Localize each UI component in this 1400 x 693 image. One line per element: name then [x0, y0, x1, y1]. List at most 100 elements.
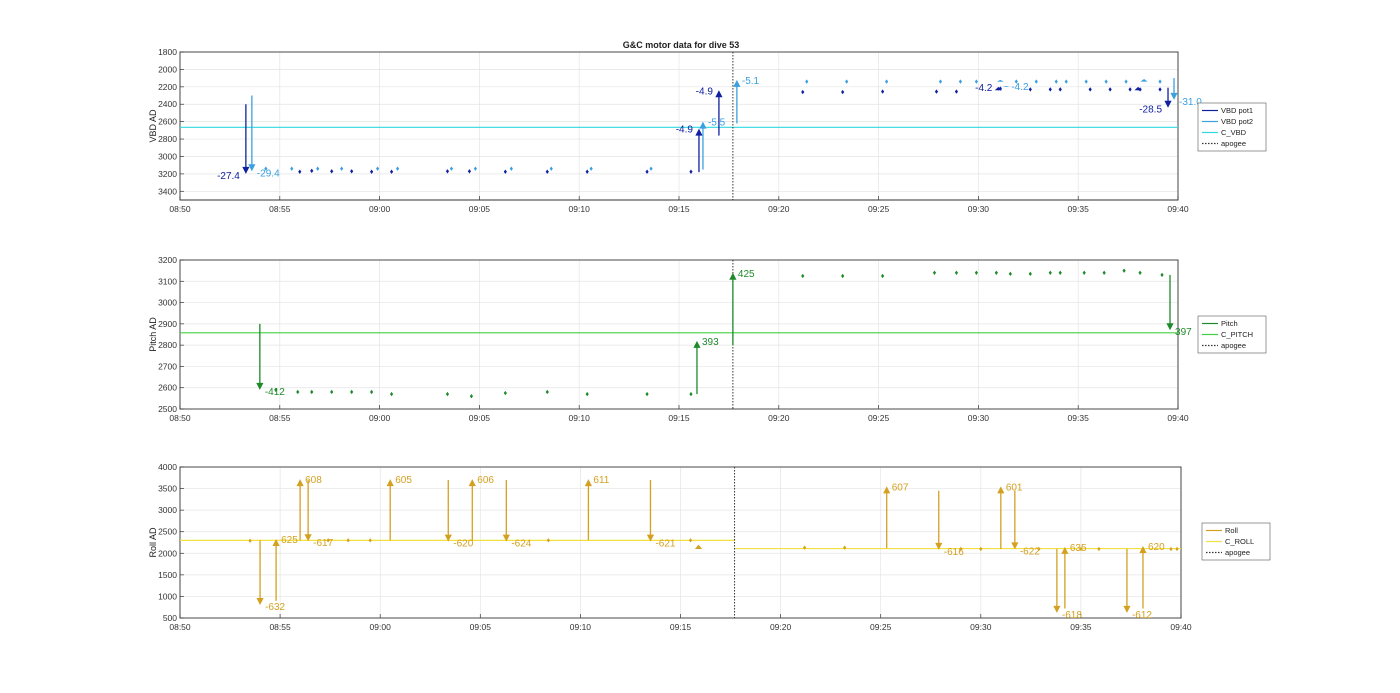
y-tick-label: 3200: [158, 169, 177, 179]
move-label: 425: [738, 269, 755, 280]
x-tick-label: 08:50: [169, 413, 191, 423]
y-tick-label: 2200: [158, 82, 177, 92]
gc-motor-figure: G&C motor data for dive 53 08:50 08:55 09:…: [148, 40, 1271, 632]
legend-label: apogee: [1221, 139, 1246, 148]
x-tick-label: 09:05: [469, 413, 491, 423]
x-tick-label: 08:55: [269, 204, 291, 214]
y-tick-label: 3000: [158, 298, 177, 308]
move-label: -28.5: [1139, 105, 1162, 116]
y-tick-label: 2900: [158, 319, 177, 329]
x-tick-label: 09:40: [1170, 622, 1192, 632]
move-label: -618: [1062, 610, 1082, 621]
x-tick-label: 09:05: [469, 204, 491, 214]
y-tick-label: 2000: [158, 64, 177, 74]
x-tick-label: 09:30: [968, 413, 990, 423]
x-tick-label: 09:10: [569, 204, 591, 214]
x-tick-label: 09:00: [369, 204, 391, 214]
x-tick-label: 09:15: [670, 622, 692, 632]
y-tick-label: 3100: [158, 276, 177, 286]
y-tick-label: 2500: [158, 527, 177, 537]
legend-label: VBD pot2: [1221, 117, 1253, 126]
x-tick-label: 08:50: [169, 204, 191, 214]
y-tick-label: 2400: [158, 99, 177, 109]
x-tick-label: 09:35: [1070, 622, 1092, 632]
y-tick-label: 3000: [158, 151, 177, 161]
y-tick-label: 3000: [158, 505, 177, 515]
x-tick-label: 09:10: [570, 622, 592, 632]
y-axis-label: VBD AD: [148, 109, 158, 143]
y-tick-label: 2600: [158, 383, 177, 393]
move-label: -616: [944, 547, 964, 558]
move-label: -624: [511, 539, 531, 550]
x-tick-label: 09:00: [369, 413, 391, 423]
move-label: 625: [281, 535, 298, 546]
x-tick-label: 09:35: [1068, 204, 1090, 214]
y-tick-label: 2500: [158, 404, 177, 414]
move-label: -27.4: [217, 171, 240, 182]
y-tick-label: 1800: [158, 47, 177, 57]
move-label: -4.9: [676, 125, 694, 136]
y-tick-label: 1000: [158, 591, 177, 601]
move-label: 393: [702, 337, 719, 348]
y-tick-label: 3400: [158, 186, 177, 196]
x-tick-label: 08:55: [269, 622, 291, 632]
legend-label: Roll: [1225, 526, 1238, 535]
x-tick-label: 09:00: [370, 622, 392, 632]
x-tick-label: 09:20: [768, 413, 790, 423]
move-label: -5.5: [708, 118, 726, 129]
move-label: -412: [265, 387, 285, 398]
y-tick-label: 2000: [158, 548, 177, 558]
x-tick-label: 09:15: [668, 204, 690, 214]
y-axis-label: Pitch AD: [148, 317, 158, 352]
move-label: -632: [265, 602, 285, 613]
move-label: -4.2: [975, 83, 993, 94]
y-tick-label: 2600: [158, 117, 177, 127]
move-label: 606: [477, 475, 494, 486]
move-label: 620: [1148, 542, 1165, 553]
move-label: 605: [395, 475, 412, 486]
legend-label: VBD pot1: [1221, 106, 1253, 115]
chart-panel-pitch-ad: 08:50 08:55 09:00 09:05 09:10 09:15 09:20 09:25…: [148, 255, 1267, 423]
x-tick-label: 09:15: [668, 413, 690, 423]
y-tick-label: 500: [163, 613, 177, 623]
x-tick-label: 09:40: [1167, 204, 1189, 214]
move-label: -612: [1132, 610, 1152, 621]
chart-panel-roll-ad: 08:50 08:55 09:00 09:05 09:10 09:15 09:20 09:25…: [148, 462, 1271, 632]
legend: Roll C_ROLLapogee: [1201, 522, 1271, 561]
x-tick-label: 09:40: [1167, 413, 1189, 423]
x-tick-label: 08:55: [269, 413, 291, 423]
move-label: -622: [1020, 546, 1040, 557]
x-tick-label: 09:05: [470, 622, 492, 632]
y-tick-label: 3200: [158, 255, 177, 265]
chart-panel-vbd-ad: 08:50 08:55 09:00 09:05 09:10 09:15 09:20 09:25…: [148, 47, 1267, 214]
y-tick-label: 4000: [158, 462, 177, 472]
x-tick-label: 09:30: [970, 622, 992, 632]
y-tick-label: 1500: [158, 570, 177, 580]
y-tick-label: 2800: [158, 340, 177, 350]
x-tick-label: 09:35: [1068, 413, 1090, 423]
x-tick-label: 09:20: [768, 204, 790, 214]
x-tick-label: 09:10: [569, 413, 591, 423]
move-label: -621: [655, 539, 675, 550]
move-label: 397: [1175, 327, 1192, 338]
move-label: -620: [453, 539, 473, 550]
y-axis-label: Roll AD: [148, 527, 158, 558]
legend-label: apogee: [1225, 548, 1250, 557]
move-label: 607: [892, 482, 909, 493]
x-tick-label: 09:30: [968, 204, 990, 214]
move-label: 611: [593, 475, 609, 486]
x-tick-label: 09:25: [870, 622, 892, 632]
move-label: 635: [1070, 543, 1087, 554]
x-tick-label: 09:25: [868, 204, 890, 214]
x-tick-label: 09:20: [770, 622, 792, 632]
legend-label: C_VBD: [1221, 128, 1247, 137]
legend: VBD pot1 VBD pot2 C_VBDapogee: [1197, 102, 1267, 152]
move-label: -617: [313, 538, 333, 549]
legend-label: Pitch: [1221, 319, 1238, 328]
figure-title: G&C motor data for dive 53: [623, 40, 740, 50]
y-tick-label: 3500: [158, 484, 177, 494]
move-label: -29.4: [257, 168, 280, 179]
legend-label: C_ROLL: [1225, 537, 1254, 546]
move-label: -4.9: [696, 86, 714, 97]
y-tick-label: 2700: [158, 361, 177, 371]
